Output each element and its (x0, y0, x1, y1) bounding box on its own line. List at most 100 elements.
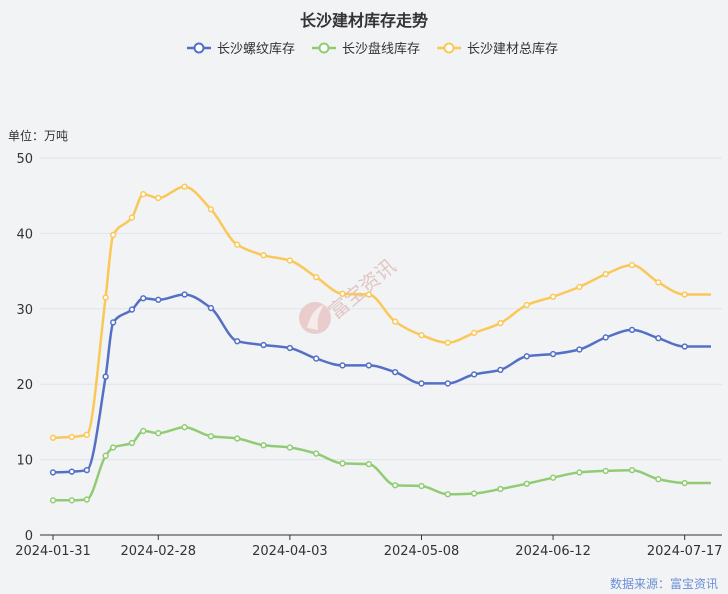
data-point (110, 231, 117, 239)
unit-label: 单位：万吨 (8, 128, 68, 143)
y-tick-label: 40 (16, 227, 33, 242)
data-point (576, 283, 583, 291)
data-point (470, 490, 478, 497)
data-point (365, 291, 372, 298)
data-point (110, 444, 117, 451)
legend-label: 长沙建材总库存 (467, 41, 558, 57)
series-line (52, 185, 711, 439)
data-point (444, 491, 451, 498)
data-point (181, 424, 188, 431)
series-group (49, 183, 711, 504)
x-tick-label: 2024-06-12 (515, 544, 591, 559)
data-point (68, 497, 75, 504)
data-point (549, 474, 557, 481)
data-point (365, 362, 372, 369)
x-tick-label: 2024-07-17 (647, 544, 723, 559)
data-point (128, 214, 136, 221)
data-point (602, 334, 609, 341)
data-point (83, 431, 90, 438)
data-point (655, 476, 662, 483)
data-point (155, 194, 162, 202)
data-point (497, 366, 504, 374)
data-point (83, 496, 90, 503)
data-point (523, 353, 530, 360)
data-point (470, 371, 478, 378)
data-point (418, 332, 425, 339)
legend-item-3: 长沙建材总库存 (437, 41, 558, 57)
data-point (181, 291, 188, 298)
data-point (155, 430, 162, 437)
data-point (313, 450, 320, 457)
data-point (313, 273, 320, 281)
data-point (286, 444, 294, 451)
data-point (602, 467, 609, 475)
x-tick-label: 2024-05-08 (384, 544, 460, 559)
data-point (286, 257, 294, 264)
legend-label: 长沙螺纹库存 (217, 41, 295, 57)
x-tick-label: 2024-04-03 (252, 544, 328, 559)
series-line (52, 293, 711, 474)
data-point (549, 293, 557, 300)
data-point (418, 380, 425, 387)
series-line (53, 425, 711, 502)
grid (40, 157, 722, 461)
series-3 (49, 183, 711, 441)
series-2 (49, 424, 711, 504)
data-point (339, 460, 346, 467)
data-source: 数据来源：富宝资讯 (610, 576, 718, 591)
data-point (497, 485, 504, 493)
data-point (102, 373, 109, 380)
data-point (110, 319, 117, 326)
data-point (128, 306, 136, 313)
data-point (655, 279, 662, 286)
data-point (628, 326, 636, 334)
data-point (444, 339, 451, 346)
data-point (339, 362, 346, 369)
data-point (49, 497, 57, 504)
legend-marker-icon (318, 42, 330, 54)
data-point (497, 319, 504, 327)
chart: 长沙建材库存走势 长沙螺纹库存 长沙盘线库存 长沙建材总库存 单位：万吨 富宝资讯 … (8, 11, 723, 591)
data-point (655, 335, 662, 342)
data-point (83, 467, 90, 474)
data-point (523, 301, 530, 309)
data-point (49, 434, 57, 441)
data-point (207, 433, 215, 440)
data-point (140, 191, 147, 198)
legend-marker-icon (443, 42, 455, 54)
data-point (523, 480, 530, 487)
data-point (628, 467, 636, 474)
data-point (339, 290, 346, 297)
data-point (681, 479, 688, 487)
data-point (234, 435, 241, 442)
legend: 长沙螺纹库存 长沙盘线库存 长沙建材总库存 (187, 41, 558, 57)
data-point (102, 294, 109, 301)
series-1 (49, 291, 711, 476)
y-tick-label: 20 (16, 378, 33, 393)
data-point (681, 291, 688, 298)
data-point (128, 439, 136, 447)
data-point (68, 433, 75, 441)
data-point (602, 270, 609, 278)
data-point (576, 346, 583, 353)
data-point (260, 252, 267, 259)
data-point (155, 296, 162, 303)
data-point (140, 295, 147, 302)
data-point (260, 341, 267, 349)
legend-item-1: 长沙螺纹库存 (187, 41, 295, 57)
data-point (68, 468, 75, 475)
data-point (286, 344, 294, 352)
data-point (444, 380, 451, 387)
data-point (49, 469, 57, 476)
data-point (392, 368, 399, 376)
data-point (392, 318, 399, 325)
legend-marker-icon (193, 42, 205, 54)
data-point (681, 343, 688, 350)
data-point (576, 469, 583, 476)
data-point (418, 482, 425, 490)
data-point (207, 206, 215, 213)
y-tick-label: 10 (16, 454, 33, 469)
legend-label: 长沙盘线库存 (342, 41, 420, 57)
data-point (392, 482, 399, 489)
data-point (102, 452, 109, 459)
